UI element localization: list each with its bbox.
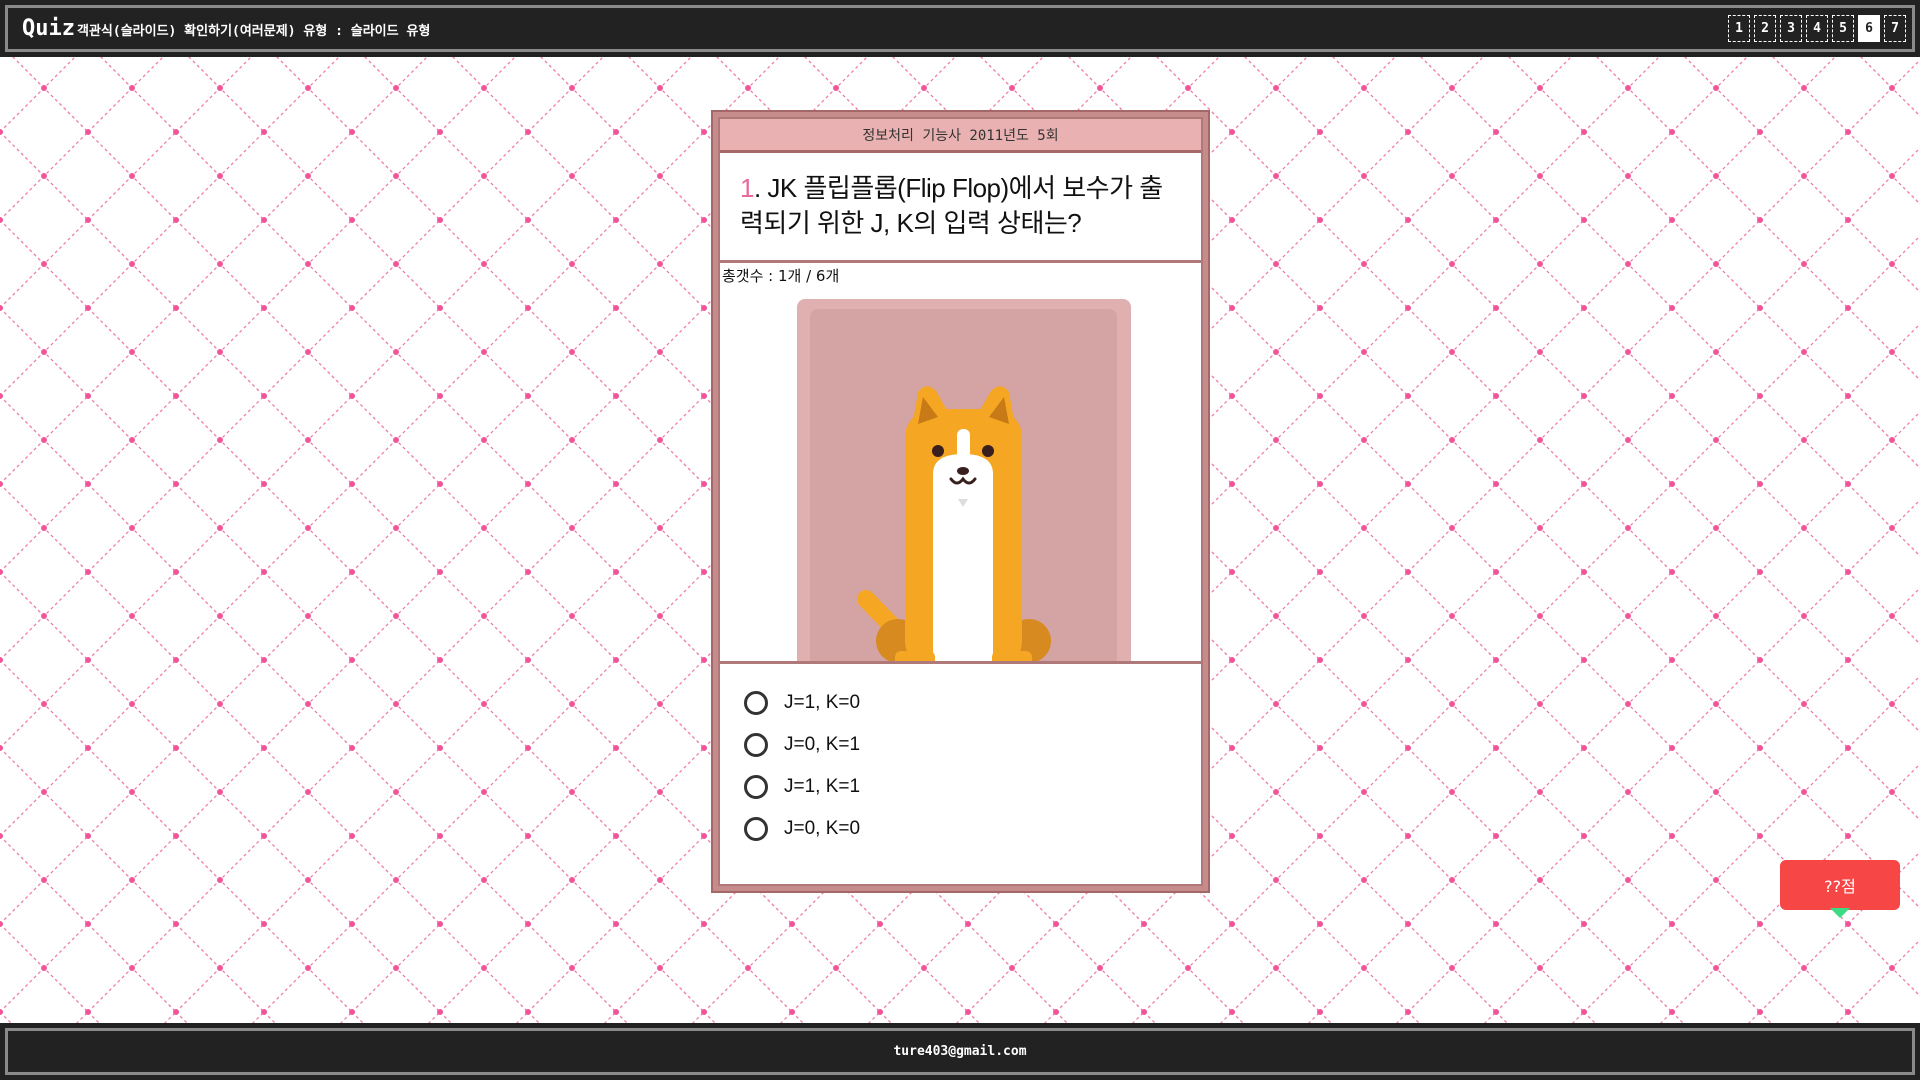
page-button-7[interactable]: 7 xyxy=(1884,15,1906,42)
brand-logo-text: Quiz xyxy=(22,16,75,41)
bottom-bar: ture403@gmail.com xyxy=(0,1023,1920,1080)
page-button-5[interactable]: 5 xyxy=(1832,15,1854,42)
top-bar-frame: Quiz 객관식(슬라이드) 확인하기(여러문제) 유형 : 슬라이드 유형 1… xyxy=(5,5,1915,52)
page-subtitle: 객관식(슬라이드) 확인하기(여러문제) 유형 : 슬라이드 유형 xyxy=(76,24,431,39)
radio-circle-icon[interactable] xyxy=(744,691,768,715)
radio-circle-icon[interactable] xyxy=(744,775,768,799)
score-badge-pointer xyxy=(1830,908,1850,918)
choice-option-4[interactable]: J=0, K=0 xyxy=(744,808,1201,850)
question-count: 총갯수 : 1개 / 6개 xyxy=(722,267,840,285)
choice-label: J=1, K=1 xyxy=(784,776,861,797)
dog-illustration xyxy=(797,299,1131,661)
quiz-card-inner: 정보처리 기능사 2011년도 5회 1. JK 플립플롭(Flip Flop)… xyxy=(718,117,1203,886)
choice-option-2[interactable]: J=0, K=1 xyxy=(744,724,1201,766)
page-button-6[interactable]: 6 xyxy=(1858,15,1880,42)
page-button-2[interactable]: 2 xyxy=(1754,15,1776,42)
top-bar: Quiz 객관식(슬라이드) 확인하기(여러문제) 유형 : 슬라이드 유형 1… xyxy=(0,0,1920,57)
choice-label: J=0, K=0 xyxy=(784,818,861,839)
page-button-4[interactable]: 4 xyxy=(1806,15,1828,42)
question-number: 1 xyxy=(740,173,754,203)
page-navigation: 1234567 xyxy=(1728,15,1906,42)
question-text: . JK 플립플롭(Flip Flop)에서 보수가 출력되기 위한 J, K의… xyxy=(740,173,1163,238)
answer-choices: J=1, K=0 J=0, K=1 J=1, K=1 J=0, K=0 xyxy=(720,664,1201,850)
page-button-3[interactable]: 3 xyxy=(1780,15,1802,42)
quiz-card: 정보처리 기능사 2011년도 5회 1. JK 플립플롭(Flip Flop)… xyxy=(711,110,1210,893)
footer-email: ture403@gmail.com xyxy=(5,1028,1915,1075)
question-image xyxy=(720,289,1201,664)
radio-circle-icon[interactable] xyxy=(744,733,768,757)
page-button-1[interactable]: 1 xyxy=(1728,15,1750,42)
score-badge[interactable]: ??점 xyxy=(1780,860,1900,910)
exam-title: 정보처리 기능사 2011년도 5회 xyxy=(720,119,1201,153)
choice-label: J=0, K=1 xyxy=(784,734,861,755)
question: 1. JK 플립플롭(Flip Flop)에서 보수가 출력되기 위한 J, K… xyxy=(720,153,1201,263)
radio-circle-icon[interactable] xyxy=(744,817,768,841)
choice-option-1[interactable]: J=1, K=0 xyxy=(744,682,1201,724)
brand: Quiz 객관식(슬라이드) 확인하기(여러문제) 유형 : 슬라이드 유형 xyxy=(22,16,430,41)
choice-label: J=1, K=0 xyxy=(784,692,861,713)
choice-option-3[interactable]: J=1, K=1 xyxy=(744,766,1201,808)
